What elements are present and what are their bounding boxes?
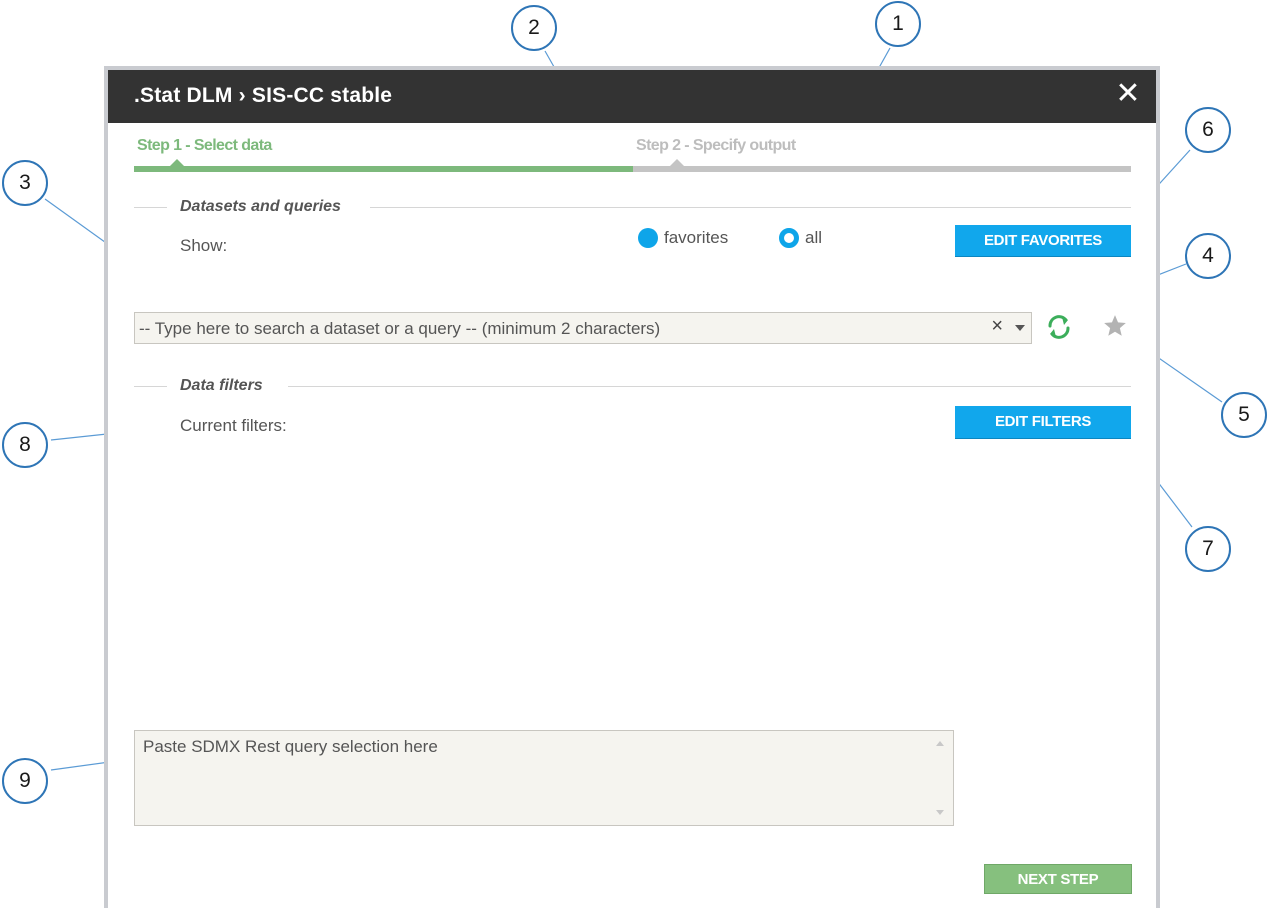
refresh-icon[interactable] <box>1044 312 1074 342</box>
show-label: Show: <box>180 236 228 255</box>
scroll-down-icon[interactable] <box>936 810 944 815</box>
radio-all[interactable]: all <box>779 228 822 248</box>
step-progress-inactive <box>633 166 1131 172</box>
star-icon[interactable] <box>1102 313 1128 339</box>
next-step-button[interactable]: NEXT STEP <box>984 864 1132 894</box>
filters-section-title: Data filters <box>180 377 263 394</box>
sdmx-placeholder: Paste SDMX Rest query selection here <box>143 737 438 756</box>
callout-4: 4 <box>1185 233 1231 279</box>
clear-icon[interactable]: × <box>991 315 1003 338</box>
chevron-down-icon[interactable] <box>1015 325 1025 331</box>
search-input[interactable]: -- Type here to search a dataset or a qu… <box>139 319 660 339</box>
radio-favorites-label: favorites <box>664 228 729 247</box>
section-divider <box>370 207 1131 208</box>
scroll-up-icon[interactable] <box>936 741 944 746</box>
sdmx-query-textarea[interactable]: Paste SDMX Rest query selection here <box>134 730 954 826</box>
callout-9: 9 <box>2 758 48 804</box>
step-1-indicator-icon <box>170 159 184 166</box>
title-bar: .Stat DLM › SIS-CC stable ✕ <box>108 70 1156 123</box>
radio-all-indicator <box>779 228 799 248</box>
section-divider <box>134 386 167 387</box>
section-divider <box>288 386 1131 387</box>
edit-filters-button[interactable]: EDIT FILTERS <box>955 406 1131 438</box>
edit-favorites-button[interactable]: EDIT FAVORITES <box>955 225 1131 256</box>
step-2-tab[interactable]: Step 2 - Specify output <box>636 137 796 155</box>
step-progress-active <box>134 166 633 172</box>
step-2-indicator-icon <box>670 159 684 166</box>
callout-3: 3 <box>2 160 48 206</box>
callout-6: 6 <box>1185 107 1231 153</box>
search-combobox[interactable]: -- Type here to search a dataset or a qu… <box>134 312 1032 344</box>
callout-8: 8 <box>2 422 48 468</box>
current-filters-label: Current filters: <box>180 416 287 435</box>
step-1-tab[interactable]: Step 1 - Select data <box>137 137 272 155</box>
callout-7: 7 <box>1185 526 1231 572</box>
dialog-title: .Stat DLM › SIS-CC stable <box>134 84 393 107</box>
callout-1: 1 <box>875 1 921 47</box>
datasets-section-title: Datasets and queries <box>180 198 341 215</box>
callout-2: 2 <box>511 5 557 51</box>
radio-favorites[interactable]: favorites <box>638 228 728 248</box>
close-icon[interactable]: ✕ <box>1114 79 1142 109</box>
section-divider <box>134 207 167 208</box>
radio-favorites-indicator <box>638 228 658 248</box>
dialog-window: .Stat DLM › SIS-CC stable ✕ Step 1 - Sel… <box>104 66 1160 908</box>
radio-all-label: all <box>805 228 823 247</box>
callout-5: 5 <box>1221 392 1267 438</box>
